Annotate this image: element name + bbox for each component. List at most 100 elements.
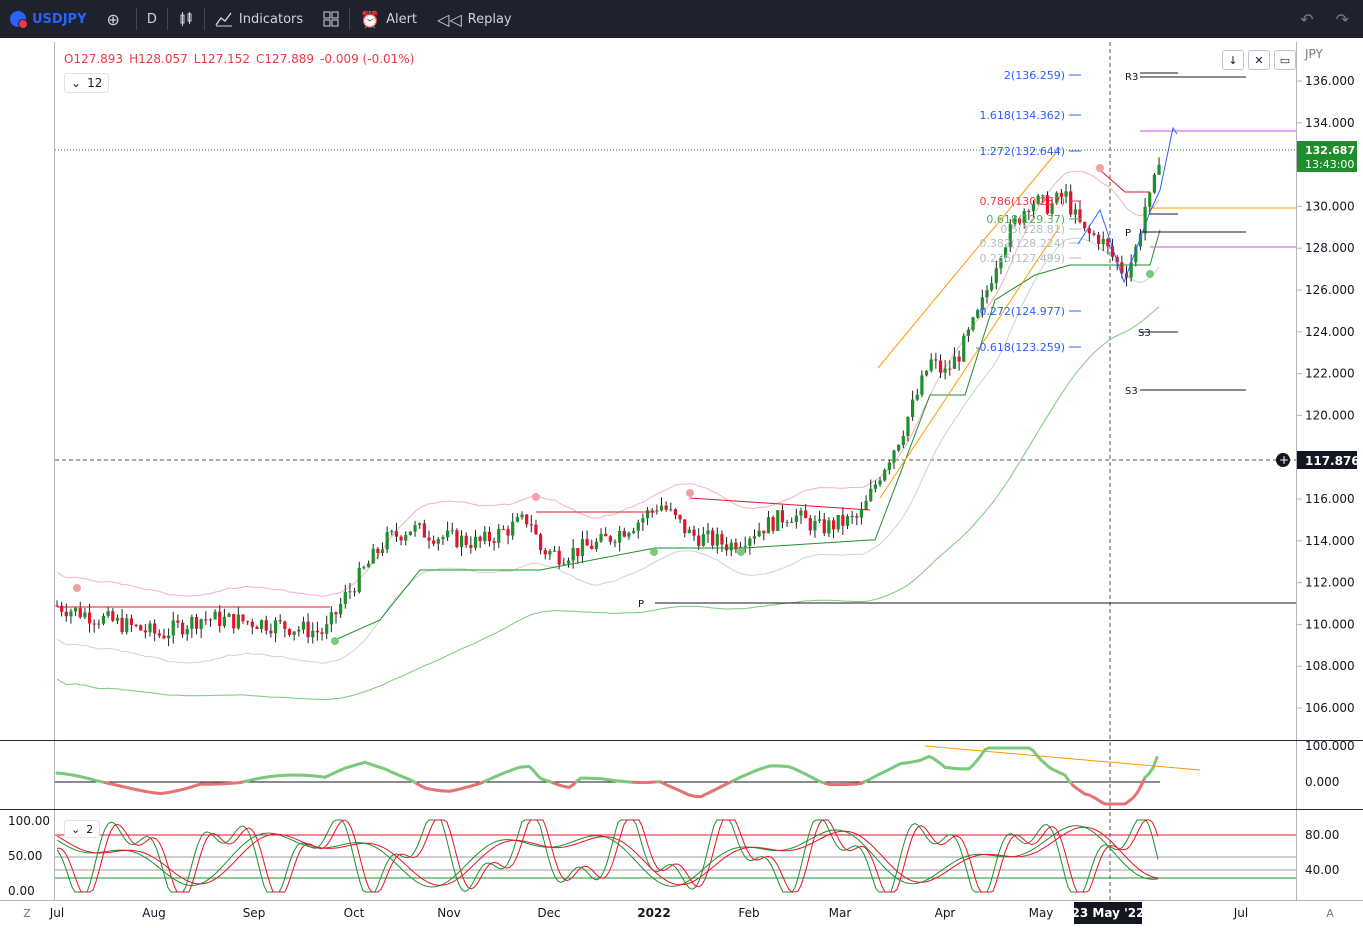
candle-body xyxy=(841,515,844,526)
candle-body xyxy=(595,542,598,549)
candle-body xyxy=(548,551,551,554)
candle-body xyxy=(237,615,240,629)
stoch-k-line xyxy=(57,820,1158,892)
signal-dot xyxy=(331,637,339,645)
chart-area[interactable]: 2(136.259)1.618(134.362)1.272(132.644)0.… xyxy=(0,38,1363,925)
trailing-stop-red xyxy=(690,498,870,510)
high-value: H128.057 xyxy=(129,52,188,66)
candle-body xyxy=(534,525,537,535)
candle-body xyxy=(1157,165,1160,175)
candle-body xyxy=(785,522,788,523)
candle-body xyxy=(469,545,472,548)
time-axis-label: 2022 xyxy=(637,906,670,920)
candle-body xyxy=(651,510,654,511)
collapse-icon[interactable]: ✕ xyxy=(1248,50,1270,70)
candle-body xyxy=(316,631,319,633)
candle-body xyxy=(474,537,477,548)
compare-add-button[interactable]: ⊕ xyxy=(97,0,136,38)
candle-body xyxy=(683,519,686,533)
candle-body xyxy=(627,533,630,537)
candle-body xyxy=(395,531,398,536)
indicators-button[interactable]: Indicators xyxy=(205,0,313,38)
candle-body xyxy=(381,549,384,553)
candle-body xyxy=(186,629,189,635)
fib-level-label: 0.236(127.499) xyxy=(979,252,1065,265)
candle-body xyxy=(623,531,626,537)
interval-button[interactable]: D xyxy=(137,0,167,38)
time-axis-label: Sep xyxy=(243,906,266,920)
candle-body xyxy=(558,551,561,565)
time-axis-label: Oct xyxy=(344,906,365,920)
candle-body xyxy=(418,523,421,525)
price-tick-label: 114.000 xyxy=(1305,534,1355,548)
candle-body xyxy=(892,451,895,463)
candle-body xyxy=(227,614,230,617)
candle-body xyxy=(851,516,854,517)
candle-body xyxy=(404,535,407,540)
candle-body xyxy=(832,520,835,529)
candle-body xyxy=(265,620,268,630)
candle-body xyxy=(995,268,998,283)
symbol-button[interactable]: USDJPY xyxy=(0,0,97,38)
signal-dot xyxy=(532,493,540,501)
rewind-icon: ◁◁ xyxy=(437,10,462,29)
oscillator-legend[interactable]: ⌄ 2 xyxy=(64,820,100,838)
price-chart[interactable]: 2(136.259)1.618(134.362)1.272(132.644)0.… xyxy=(0,38,1363,925)
candle-body xyxy=(367,563,370,567)
time-axis-label: Jul xyxy=(49,906,64,920)
indicator-count: 12 xyxy=(87,76,102,90)
candle-body xyxy=(344,592,347,604)
undo-icon[interactable]: ↶ xyxy=(1300,10,1313,29)
candle-body xyxy=(971,318,974,330)
candle-body xyxy=(116,618,119,621)
signal-dot xyxy=(73,584,81,592)
candle-body xyxy=(427,537,430,540)
alert-label: Alert xyxy=(386,12,417,27)
candle-body xyxy=(511,522,514,536)
redo-icon[interactable]: ↷ xyxy=(1336,10,1349,29)
alert-button[interactable]: ⏰ Alert xyxy=(350,0,427,38)
candle-body xyxy=(692,530,695,536)
price-tick-label: 130.000 xyxy=(1305,199,1355,213)
candle-body xyxy=(483,532,486,541)
arrow-down-icon[interactable]: ↓ xyxy=(1222,50,1244,70)
candle-body xyxy=(846,516,849,526)
candle-body xyxy=(1027,211,1030,212)
candle-body xyxy=(930,359,933,370)
candle-body xyxy=(232,614,235,628)
maximize-icon[interactable]: ▭ xyxy=(1274,50,1296,70)
candle-body xyxy=(567,561,570,564)
candle-body xyxy=(139,625,142,630)
candle-body xyxy=(613,542,616,543)
price-tick-label: 110.000 xyxy=(1305,617,1355,631)
signal-dot xyxy=(686,489,694,497)
candle-body xyxy=(641,518,644,522)
time-axis-label: Apr xyxy=(935,906,956,920)
candle-body xyxy=(255,627,258,629)
candle-body xyxy=(869,489,872,501)
candle-body xyxy=(813,521,816,531)
candle-body xyxy=(1069,191,1072,214)
candle-body xyxy=(878,480,881,484)
signal-dot xyxy=(1146,270,1154,278)
indicator-toggle[interactable]: ⌄ 12 xyxy=(64,73,109,93)
candle-body xyxy=(93,624,96,625)
candle-body xyxy=(748,539,751,546)
chart-type-button[interactable] xyxy=(168,0,204,38)
replay-button[interactable]: ◁◁ Replay xyxy=(427,0,522,38)
osc2-axis-label: 80.00 xyxy=(1305,828,1339,842)
alarm-clock-icon: ⏰ xyxy=(360,10,380,29)
pane-controls: ↓ ✕ ▭ xyxy=(1222,50,1296,70)
candle-body xyxy=(506,529,509,535)
upper-band xyxy=(57,171,1159,596)
ohlc-legend: O127.893 H128.057 L127.152 C127.889 -0.0… xyxy=(64,52,414,66)
candle-body xyxy=(204,619,207,620)
candle-body xyxy=(65,612,68,616)
candle-body xyxy=(190,617,193,629)
candle-body xyxy=(823,519,826,533)
candle-body xyxy=(144,630,147,632)
candle-body xyxy=(181,623,184,635)
layouts-button[interactable] xyxy=(313,0,349,38)
candle-body xyxy=(688,530,691,533)
candle-body xyxy=(269,631,272,634)
